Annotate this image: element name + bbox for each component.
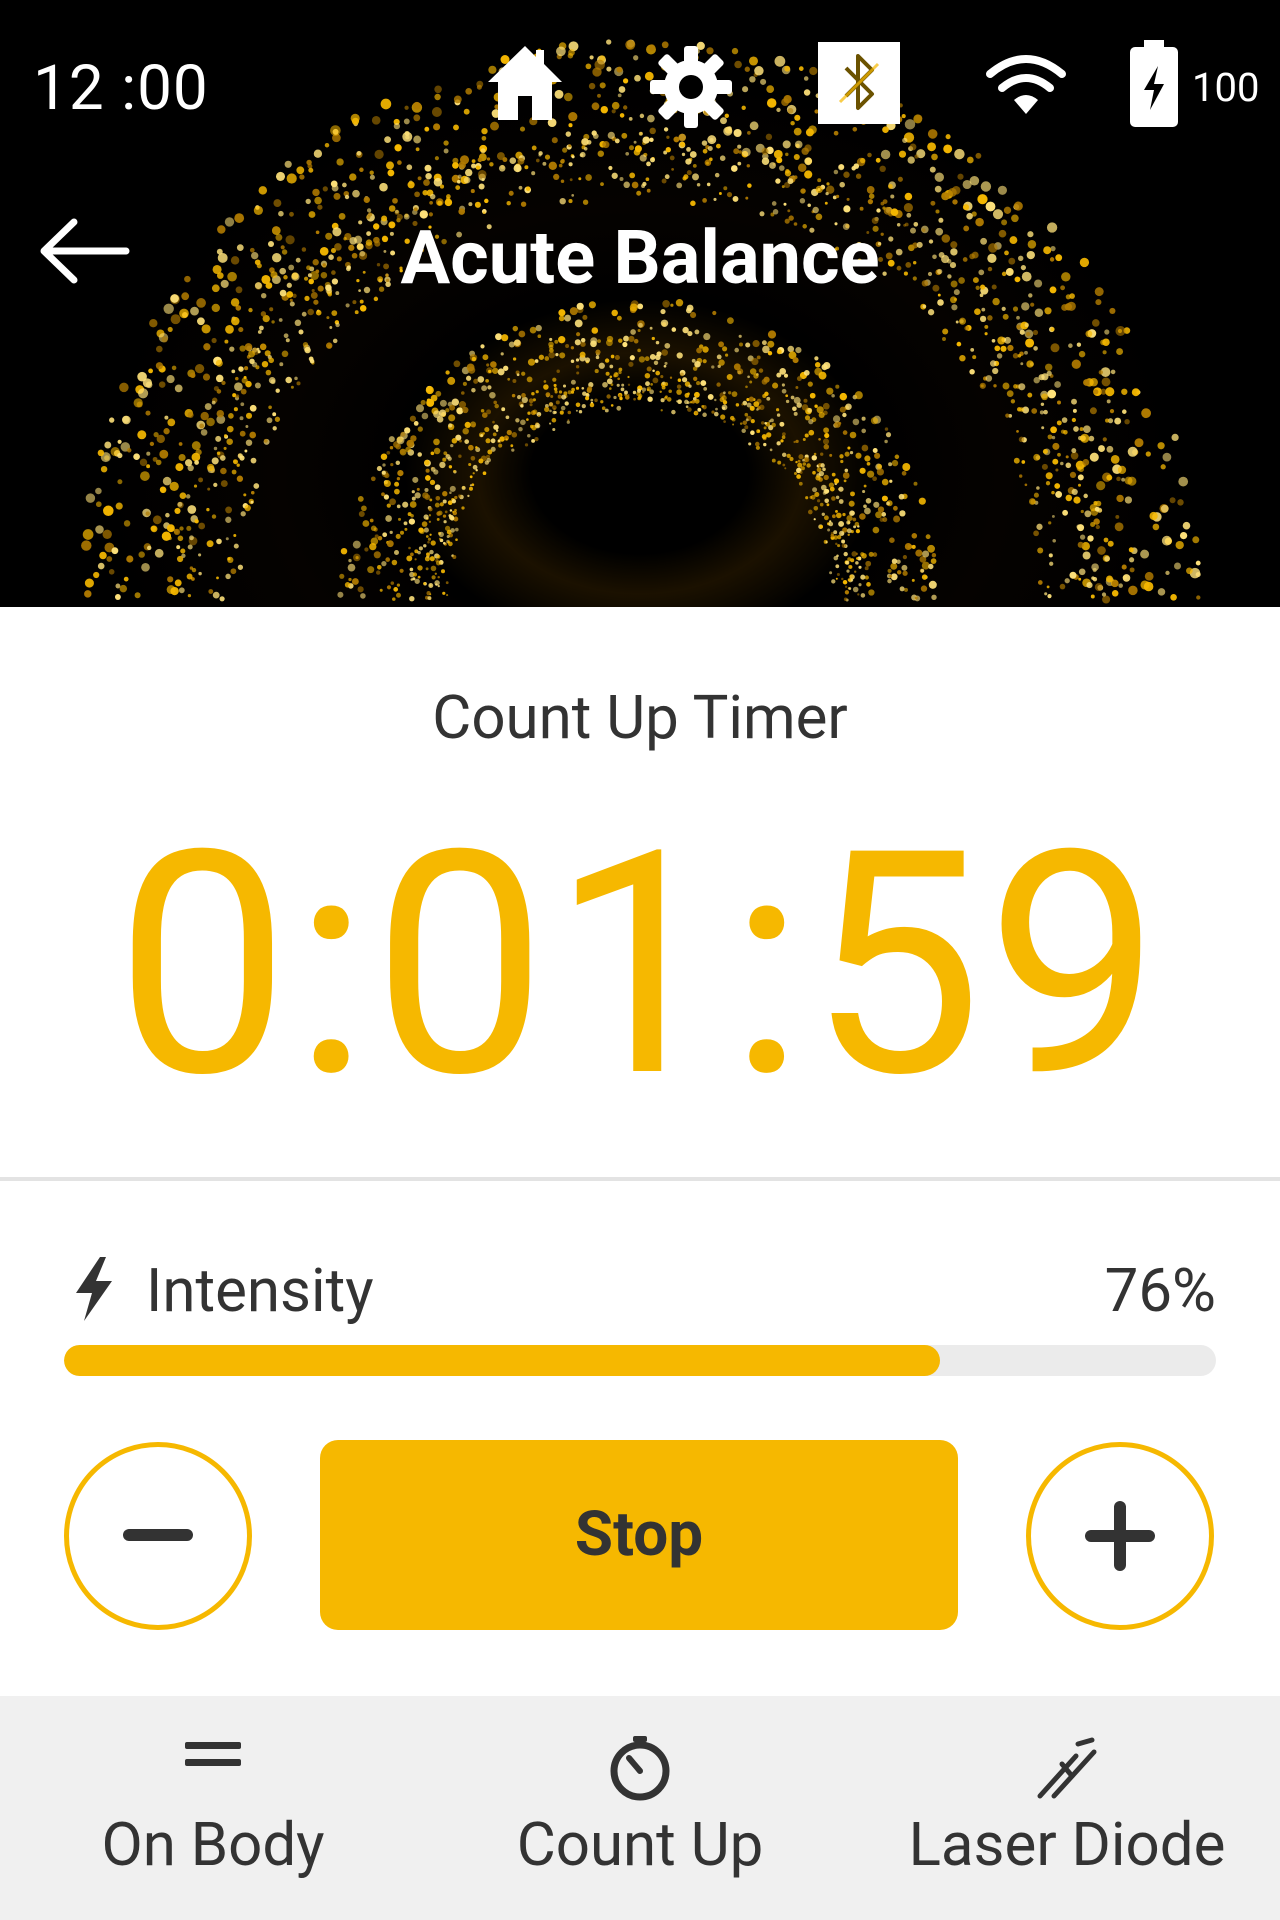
timer-display: 0:01:59 [115, 783, 1165, 1147]
home-icon[interactable] [484, 42, 566, 124]
decrease-intensity-button[interactable] [64, 1442, 252, 1630]
stop-button[interactable]: Stop [320, 1440, 958, 1630]
tab-on-body[interactable]: On Body [0, 1696, 426, 1920]
laser-diode-icon [1037, 1737, 1097, 1799]
tab-laser-diode[interactable]: Laser Diode [854, 1696, 1280, 1920]
equals-icon [185, 1742, 241, 1766]
status-time: 12 :00 [33, 52, 209, 125]
battery-percentage: 100 [1192, 64, 1260, 111]
intensity-label: Intensity [146, 1255, 374, 1326]
minus-icon [123, 1529, 193, 1541]
timer-label: Count Up Timer [432, 682, 848, 753]
intensity-header: Intensity 76% [64, 1255, 1216, 1326]
stopwatch-icon [610, 1736, 670, 1801]
divider [0, 1177, 1280, 1181]
tab-label: On Body [101, 1809, 325, 1880]
hero-banner: 12 :00 100 Acute Balance [0, 0, 1280, 607]
lightning-bolt-icon [76, 1257, 112, 1321]
page-title: Acute Balance [400, 215, 880, 302]
intensity-slider-fill [64, 1345, 940, 1376]
tab-label: Laser Diode [908, 1809, 1226, 1880]
bottom-navigation: On Body Count Up Laser Diode [0, 1696, 1280, 1920]
bluetooth-icon[interactable] [818, 42, 900, 124]
plus-icon [1085, 1501, 1155, 1571]
wifi-icon [986, 55, 1066, 114]
gear-icon[interactable] [648, 44, 734, 130]
status-bar: 12 :00 100 [0, 0, 1280, 170]
tab-count-up[interactable]: Count Up [426, 1696, 854, 1920]
intensity-slider[interactable] [64, 1345, 1216, 1376]
intensity-value: 76% [1104, 1255, 1216, 1326]
tab-label: Count Up [516, 1809, 764, 1880]
battery-charging-icon [1130, 40, 1178, 127]
increase-intensity-button[interactable] [1026, 1442, 1214, 1630]
